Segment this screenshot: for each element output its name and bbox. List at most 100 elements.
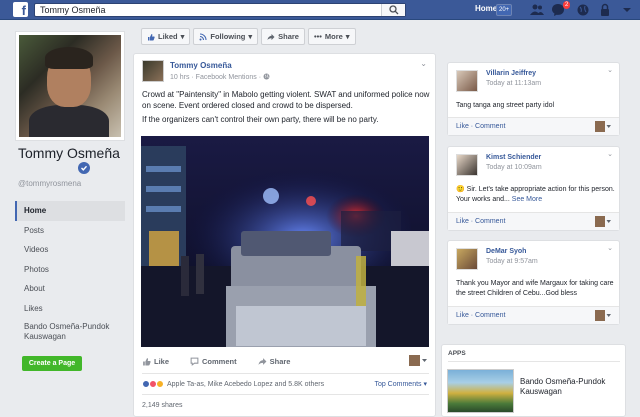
nav-item-home[interactable]: Home bbox=[15, 201, 125, 221]
comment-text: Tang tanga ang street party idol bbox=[456, 102, 555, 109]
post-timestamp[interactable]: 10 hrs · Facebook Mentions · bbox=[170, 74, 261, 81]
create-page-button[interactable]: Create a Page bbox=[22, 356, 82, 371]
comment-options-chevron-icon[interactable]: ⌄ bbox=[607, 66, 613, 74]
shares-count[interactable]: 2,149 shares bbox=[142, 402, 182, 409]
comment-body: 🙂 Sir. Let's take appropriate action for… bbox=[456, 185, 616, 205]
liked-button[interactable]: Liked ▾ bbox=[141, 28, 191, 45]
comment-time[interactable]: Today at 11:13am bbox=[486, 80, 541, 87]
nav-item-posts[interactable]: Posts bbox=[15, 221, 125, 241]
comment-options-chevron-icon[interactable]: ⌄ bbox=[607, 244, 613, 252]
following-button[interactable]: Following ▾ bbox=[193, 28, 259, 45]
share-label: Share bbox=[278, 32, 299, 41]
post-paragraph: If the organizers can't control their ow… bbox=[142, 115, 379, 124]
page-sidebar-nav: Home Posts Videos Photos About Likes Ban… bbox=[15, 201, 125, 344]
divider bbox=[142, 373, 429, 374]
commenter-avatar[interactable] bbox=[456, 154, 478, 176]
smile-emoji-icon: 🙂 bbox=[456, 186, 465, 193]
commenter-avatar-selector[interactable] bbox=[595, 310, 611, 321]
top-comments-dropdown[interactable]: Top Comments ▾ bbox=[374, 380, 427, 388]
comment-footer: Like · Comment bbox=[448, 306, 619, 324]
comment-footer: Like · Comment bbox=[448, 117, 619, 135]
post-body: Crowd at "Paintensity" in Mabolo getting… bbox=[142, 90, 430, 130]
page-handle[interactable]: @tommyrosmena bbox=[18, 179, 81, 188]
comment-bubble-icon bbox=[190, 357, 199, 366]
comment-footer: Like · Comment bbox=[448, 212, 619, 230]
liked-label: Liked bbox=[158, 32, 178, 41]
post-paragraph: Crowd at "Paintensity" in Mabolo getting… bbox=[142, 90, 430, 110]
see-more-link[interactable]: See More bbox=[512, 196, 542, 203]
share-page-button[interactable]: Share bbox=[261, 28, 305, 45]
like-comment-links[interactable]: Like · Comment bbox=[456, 123, 505, 130]
home-link[interactable]: Home bbox=[475, 4, 497, 13]
commenter-avatar-selector[interactable] bbox=[409, 355, 427, 366]
comment-button[interactable]: Comment bbox=[190, 357, 237, 366]
recent-comment-card: DeMar Syoh Today at 9:57am ⌄ Thank you M… bbox=[447, 240, 620, 325]
search-value[interactable]: Tommy Osmeña bbox=[40, 5, 106, 15]
apps-section: APPS Bando Osmeña-Pundok Kauswagan bbox=[441, 344, 626, 417]
commenter-name[interactable]: DeMar Syoh bbox=[486, 248, 526, 255]
search-button[interactable] bbox=[381, 4, 405, 16]
nav-item-videos[interactable]: Videos bbox=[15, 240, 125, 260]
nav-item-likes[interactable]: Likes bbox=[15, 299, 125, 319]
recent-comment-card: Villarin Jeiffrey Today at 11:13am ⌄ Tan… bbox=[447, 62, 620, 136]
commenter-avatar[interactable] bbox=[456, 248, 478, 270]
comment-time[interactable]: Today at 10:09am bbox=[486, 164, 542, 171]
commenter-name[interactable]: Villarin Jeiffrey bbox=[486, 70, 536, 77]
divider bbox=[448, 361, 620, 362]
following-label: Following bbox=[210, 32, 246, 41]
verified-badge-icon bbox=[78, 162, 90, 174]
chevron-down-icon: ▾ bbox=[248, 32, 253, 41]
more-button[interactable]: ••• More ▾ bbox=[307, 28, 356, 45]
like-button[interactable]: Like bbox=[142, 357, 169, 366]
comment-options-chevron-icon[interactable]: ⌄ bbox=[607, 150, 613, 158]
like-comment-links[interactable]: Like · Comment bbox=[456, 218, 505, 225]
profile-photo-image bbox=[19, 35, 121, 137]
chevron-down-icon: ▾ bbox=[345, 32, 350, 41]
top-comments-label: Top Comments bbox=[374, 381, 422, 388]
share-arrow-icon bbox=[258, 358, 267, 365]
search-input[interactable]: Tommy Osmeña bbox=[34, 3, 406, 17]
globe-icon[interactable] bbox=[576, 3, 590, 17]
like-comment-links[interactable]: Like · Comment bbox=[456, 312, 505, 319]
post-author-name[interactable]: Tommy Osmeña bbox=[170, 61, 232, 70]
haha-reaction-icon bbox=[156, 380, 164, 388]
search-icon bbox=[389, 5, 399, 15]
nav-item-about[interactable]: About bbox=[15, 279, 125, 299]
thumbs-up-icon bbox=[143, 358, 151, 366]
recent-comment-card: Kimst Schiender Today at 10:09am ⌄ 🙂 Sir… bbox=[447, 146, 620, 231]
nav-item-photos[interactable]: Photos bbox=[15, 260, 125, 280]
apps-heading: APPS bbox=[448, 350, 466, 357]
reactions-text: Apple Ta-as, Mike Acebedo Lopez and 5.8K… bbox=[167, 380, 325, 388]
friend-requests-icon[interactable] bbox=[530, 3, 544, 17]
commenter-avatar-selector[interactable] bbox=[595, 216, 611, 227]
public-globe-icon bbox=[263, 73, 270, 80]
more-dots-icon: ••• bbox=[313, 32, 322, 41]
nav-item-bando-osmena[interactable]: Bando Osmeña-Pundok Kauswagan bbox=[15, 318, 125, 344]
page-title[interactable]: Tommy Osmeña bbox=[18, 146, 128, 161]
rss-feed-icon bbox=[199, 32, 207, 40]
chevron-down-icon: ▾ bbox=[180, 32, 185, 41]
divider bbox=[142, 394, 429, 395]
facebook-logo-icon[interactable]: f bbox=[13, 2, 28, 17]
privacy-lock-icon[interactable] bbox=[598, 3, 612, 17]
notifications-badge: 2 bbox=[563, 1, 571, 9]
post-options-chevron-icon[interactable]: ⌄ bbox=[420, 59, 427, 68]
app-name-link[interactable]: Bando Osmeña-Pundok Kauswagan bbox=[520, 377, 620, 397]
commenter-avatar[interactable] bbox=[456, 70, 478, 92]
post-card: Tommy Osmeña 10 hrs · Facebook Mentions … bbox=[133, 53, 436, 417]
post-meta: 10 hrs · Facebook Mentions · bbox=[170, 73, 270, 81]
comment-time[interactable]: Today at 9:57am bbox=[486, 258, 538, 265]
commenter-name[interactable]: Kimst Schiender bbox=[486, 154, 541, 161]
profile-picture[interactable] bbox=[15, 31, 125, 141]
account-menu-chevron-down-icon[interactable] bbox=[620, 3, 634, 17]
commenter-avatar-selector[interactable] bbox=[595, 121, 611, 132]
post-author-avatar[interactable] bbox=[142, 60, 164, 82]
share-button[interactable]: Share bbox=[258, 357, 291, 366]
chevron-down-icon: ▾ bbox=[423, 381, 427, 388]
share-label: Share bbox=[269, 357, 291, 366]
comment-label: Comment bbox=[202, 357, 237, 366]
reactions-summary[interactable]: Apple Ta-as, Mike Acebedo Lopez and 5.8K… bbox=[142, 380, 324, 388]
page-action-bar: Liked ▾ Following ▾ Share ••• More ▾ bbox=[141, 28, 356, 45]
post-photo[interactable] bbox=[141, 136, 429, 347]
app-thumbnail-image[interactable] bbox=[447, 369, 514, 413]
